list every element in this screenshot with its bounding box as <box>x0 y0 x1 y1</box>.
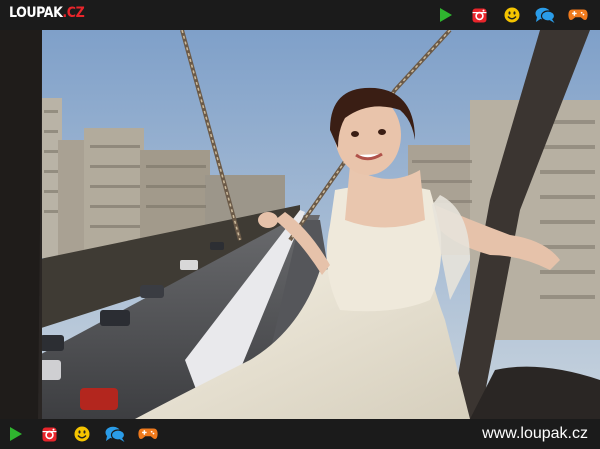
bottom-bar: www.loupak.cz <box>0 419 600 449</box>
smiley-icon[interactable] <box>502 5 522 25</box>
site-logo[interactable]: LOUPAK.CZ <box>9 5 85 21</box>
top-bar: LOUPAK.CZ <box>0 0 600 30</box>
site-url[interactable]: www.loupak.cz <box>482 425 588 443</box>
instagram-icon[interactable] <box>39 424 59 444</box>
bottom-icon-row <box>6 424 171 444</box>
chat-icon[interactable] <box>105 424 125 444</box>
logo-text: LOUPAK <box>9 5 63 21</box>
chat-icon[interactable] <box>535 5 555 25</box>
smiley-icon[interactable] <box>72 424 92 444</box>
play-icon[interactable] <box>6 424 26 444</box>
gamepad-icon[interactable] <box>568 5 588 25</box>
photo <box>0 30 600 419</box>
top-icon-row <box>436 5 600 25</box>
play-icon[interactable] <box>436 5 456 25</box>
logo-tld: CZ <box>66 5 85 21</box>
bride-balloon-photo <box>0 30 600 419</box>
instagram-icon[interactable] <box>469 5 489 25</box>
gamepad-icon[interactable] <box>138 424 158 444</box>
